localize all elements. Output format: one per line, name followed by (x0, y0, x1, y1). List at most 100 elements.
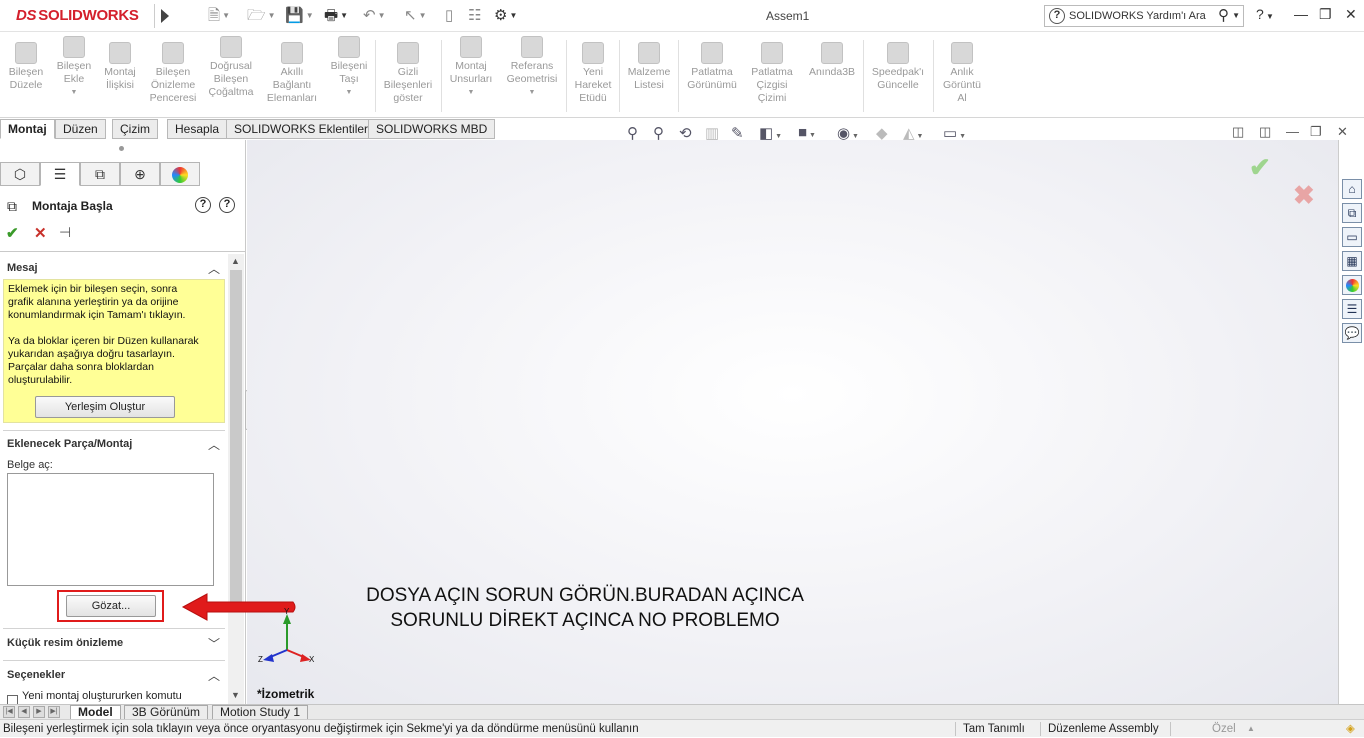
chevron-down-icon[interactable]: ﹀ (208, 635, 220, 652)
scroll-thumb[interactable] (230, 270, 242, 610)
prev-tab-icon[interactable]: ◀ (18, 706, 30, 718)
edit-component-button[interactable]: Bileşen Düzele (4, 36, 48, 92)
tile-right-icon[interactable]: ◫ (1259, 124, 1271, 140)
chevron-up-icon[interactable]: ︿ (208, 436, 220, 453)
design-library-icon[interactable]: ⧉ (1342, 203, 1362, 223)
help-search-box[interactable]: ? SOLIDWORKS Yardım'ı Ara ⚲ ▼ (1044, 5, 1244, 27)
configuration-manager-tab[interactable]: ⧉ (80, 162, 120, 186)
confirm-corner-cancel-icon[interactable]: ✖ (1293, 180, 1315, 211)
panel-scrollbar[interactable]: ▲ ▼ (228, 254, 244, 704)
solidworks-logo[interactable]: DS SOLIDWORKS (16, 7, 139, 24)
ok-check-icon[interactable]: ✔ (6, 224, 19, 242)
file-explorer-icon[interactable]: ▭ (1342, 227, 1362, 247)
restore-doc-icon[interactable]: ❐ (1310, 124, 1322, 140)
divider (1170, 722, 1171, 736)
next-tab-icon[interactable]: ▶ (33, 706, 45, 718)
whats-new-help-icon[interactable]: ? (195, 197, 211, 213)
explode-line-sketch-button[interactable]: Patlatma Çizgisi Çizimi (746, 36, 798, 105)
part-assembly-group-title[interactable]: Eklenecek Parça/Montaj (7, 438, 132, 450)
tab-sketch[interactable]: Çizim (112, 119, 158, 139)
reference-geometry-button[interactable]: Referans Geometrisi ▼ (502, 30, 562, 99)
chevron-down-icon[interactable]: ▼ (326, 86, 372, 99)
thumbnail-preview-group-title[interactable]: Küçük resim önizleme (7, 637, 123, 649)
tab-solidworks-mbd[interactable]: SOLIDWORKS MBD (368, 119, 496, 139)
create-layout-button[interactable]: Yerleşim Oluştur (35, 396, 175, 418)
message-text-2: Ya da bloklar içeren bir Düzen kullanara… (8, 335, 199, 386)
assembly-features-button[interactable]: Montaj Unsurları ▼ (446, 30, 496, 99)
exploded-view-button[interactable]: Patlatma Görünümü (682, 36, 742, 92)
mate-button[interactable]: Montaj İlişkisi (98, 36, 142, 92)
update-speedpak-button[interactable]: Speedpak'ı Güncelle (867, 36, 929, 92)
message-group-title[interactable]: Mesaj (7, 262, 38, 274)
insert-component-button[interactable]: Bileşen Ekle ▼ (52, 30, 96, 99)
linear-pattern-button[interactable]: Doğrusal Bileşen Çoğaltma (204, 30, 258, 99)
feature-manager-tab[interactable]: ⬡ (0, 162, 40, 186)
tab-evaluate[interactable]: Hesapla (167, 119, 228, 139)
chevron-up-icon[interactable]: ︿ (208, 667, 220, 684)
file-properties-icon[interactable]: ☷ (468, 6, 481, 26)
divider (619, 40, 620, 112)
new-motion-study-button[interactable]: Yeni Hareket Etüdü (570, 36, 616, 105)
scroll-up-icon[interactable]: ▲ (231, 256, 240, 266)
scroll-down-icon[interactable]: ▼ (231, 690, 240, 700)
open-documents-list[interactable] (7, 473, 214, 586)
move-component-button[interactable]: Bileşeni Taşı ▼ (326, 30, 372, 99)
cancel-x-icon[interactable]: ✕ (34, 224, 47, 242)
options-group-title[interactable]: Seçenekler (7, 669, 65, 681)
chevron-down-icon[interactable]: ▼ (446, 86, 496, 99)
tab-assembly[interactable]: Montaj (0, 119, 55, 139)
restore-window-icon[interactable]: ❐ (1319, 6, 1332, 23)
take-snapshot-button[interactable]: Anlık Görüntü Al (937, 36, 987, 105)
bill-of-materials-button[interactable]: Malzeme Listesi (623, 36, 675, 92)
rebuild-icon[interactable]: ◈ (1346, 720, 1355, 738)
traffic-light-icon[interactable]: ▯ (445, 6, 453, 26)
options-gear-icon[interactable]: ⚙ ▼ (494, 6, 517, 26)
tab-layout[interactable]: Düzen (55, 119, 106, 139)
close-window-icon[interactable]: ✕ (1345, 6, 1357, 23)
new-document-icon[interactable]: 🗎 ▼ (208, 6, 230, 26)
minimize-doc-icon[interactable]: — (1286, 124, 1299, 139)
chevron-up-icon[interactable]: ︿ (208, 260, 220, 277)
dimxpert-tab[interactable]: ⊕ (120, 162, 160, 186)
pin-icon[interactable]: ⊣ (59, 224, 71, 241)
component-preview-button[interactable]: Bileşen Önizleme Penceresi (147, 36, 199, 105)
home-icon[interactable]: ⌂ (1342, 179, 1362, 199)
property-manager-tab[interactable]: ☰ (40, 162, 80, 186)
minimize-window-icon[interactable]: — (1294, 6, 1308, 22)
chevron-down-icon[interactable]: ▼ (502, 86, 562, 99)
smart-fasteners-button[interactable]: Akıllı Bağlantı Elemanları (262, 36, 322, 105)
search-icon[interactable]: ⚲ (1218, 6, 1229, 26)
custom-properties-icon[interactable]: ☰ (1342, 299, 1362, 319)
save-icon[interactable]: 💾 ▼ (285, 6, 314, 26)
appearances-icon[interactable] (1342, 275, 1362, 295)
select-pointer-icon[interactable]: ↖ ▼ (404, 6, 427, 26)
forum-icon[interactable]: 💬 (1342, 323, 1362, 343)
tab-solidworks-addins[interactable]: SOLIDWORKS Eklentileri (226, 119, 379, 139)
tile-left-icon[interactable]: ◫ (1232, 124, 1244, 140)
chevron-down-icon[interactable]: ▼ (52, 86, 96, 99)
print-icon[interactable]: 🖶 ▼ (324, 6, 348, 26)
help-menu-icon[interactable]: ? ▼ (1256, 6, 1274, 22)
menu-expand-arrow-icon[interactable] (161, 9, 169, 23)
view-palette-icon[interactable]: ▦ (1342, 251, 1362, 271)
open-folder-icon[interactable]: 🗁 ▼ (247, 6, 276, 26)
last-tab-icon[interactable]: ▶| (48, 706, 60, 718)
first-tab-icon[interactable]: |◀ (3, 706, 15, 718)
tab-model[interactable]: Model (70, 705, 121, 720)
chevron-down-icon[interactable]: ▼ (1232, 6, 1240, 26)
new-assembly-checkbox-label: Yeni montaj oluştururken komutu (22, 690, 182, 702)
undo-icon[interactable]: ↶ ▼ (363, 6, 386, 26)
show-hidden-components-button[interactable]: Gizli Bileşenleri göster (379, 36, 437, 105)
instant3d-button[interactable]: Anında3B (804, 36, 860, 79)
divider (933, 40, 934, 112)
close-doc-icon[interactable]: ✕ (1337, 124, 1348, 140)
panel-grip[interactable] (119, 146, 124, 151)
display-manager-tab[interactable] (160, 162, 200, 186)
tab-motion-study[interactable]: Motion Study 1 (212, 705, 309, 720)
help-icon[interactable]: ? (219, 197, 235, 213)
display-style-icon[interactable]: ■ ▼ (798, 124, 816, 141)
units-custom-status[interactable]: Özel (1212, 720, 1236, 738)
chevron-up-icon[interactable]: ▲ (1247, 720, 1255, 738)
tab-3d-view[interactable]: 3B Görünüm (124, 705, 209, 720)
confirm-corner-ok-icon[interactable]: ✔ (1249, 152, 1271, 183)
